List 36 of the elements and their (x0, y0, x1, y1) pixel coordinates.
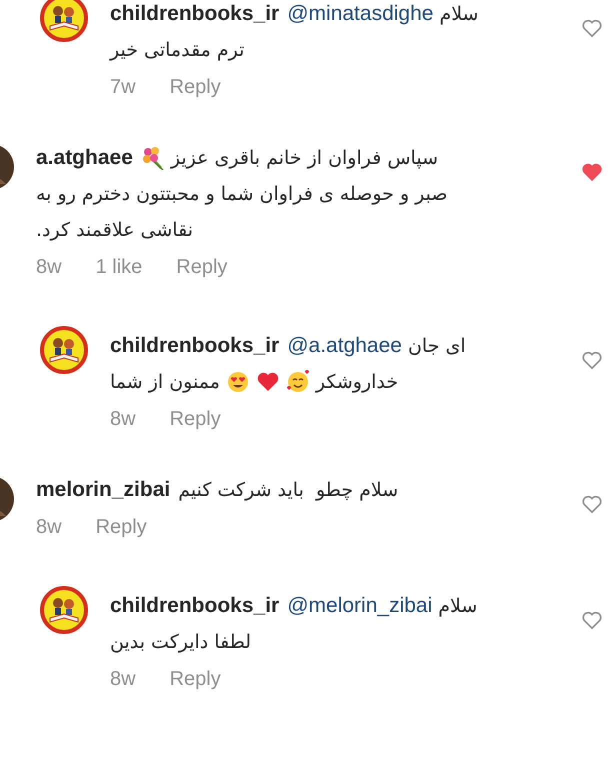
username-link[interactable]: childrenbooks_ir (110, 334, 280, 358)
bouquet-icon (140, 146, 165, 170)
username-link[interactable]: a.atghaee (36, 146, 133, 170)
comment-text: خداروشکر (316, 371, 398, 393)
mention-link[interactable]: @melorin_zibai (287, 594, 432, 618)
username-link[interactable]: melorin_zibai (36, 478, 170, 502)
heart-icon[interactable] (581, 18, 603, 38)
comment-text: ترم مقدماتی خیر (110, 39, 244, 61)
comment-text: نقاشی علاقمند کرد. (36, 219, 194, 241)
heart-icon[interactable] (581, 350, 603, 370)
comment-time: 7w (110, 76, 136, 99)
comment-time: 8w (110, 668, 136, 691)
comment-text: لطفا دایرکت بدین (110, 631, 252, 653)
username-link[interactable]: childrenbooks_ir (110, 594, 280, 618)
comment-time: 8w (110, 408, 136, 431)
avatar (40, 0, 88, 42)
username-link[interactable]: childrenbooks_ir (110, 2, 280, 26)
comment-text: ای جان (408, 335, 466, 357)
heart-icon (256, 370, 280, 394)
comment-text: صبر و حوصله ی فراوان شما و محبتتون دخترم رو به (36, 183, 448, 205)
comment-text: ممنون از شما (110, 371, 220, 393)
heart-icon[interactable] (581, 162, 603, 182)
comment-text: سلام (439, 3, 478, 25)
mention-link[interactable]: @minatasdighe (287, 2, 434, 26)
avatar (40, 326, 88, 374)
comment-text: سلام چطو باید شرکت کنیم (178, 479, 398, 501)
heart-eyes-icon (226, 370, 250, 394)
avatar (40, 586, 88, 634)
heart-icon[interactable] (581, 494, 603, 514)
comment-time: 8w (36, 256, 62, 279)
comment-text: سلام (438, 595, 478, 617)
mention-link[interactable]: @a.atghaee (287, 334, 402, 358)
heart-icon[interactable] (581, 610, 603, 630)
comment-time: 8w (36, 516, 62, 539)
smiling-face-icon (286, 370, 310, 394)
comment-text: سپاس فراوان از خانم باقری عزیز (170, 147, 438, 169)
